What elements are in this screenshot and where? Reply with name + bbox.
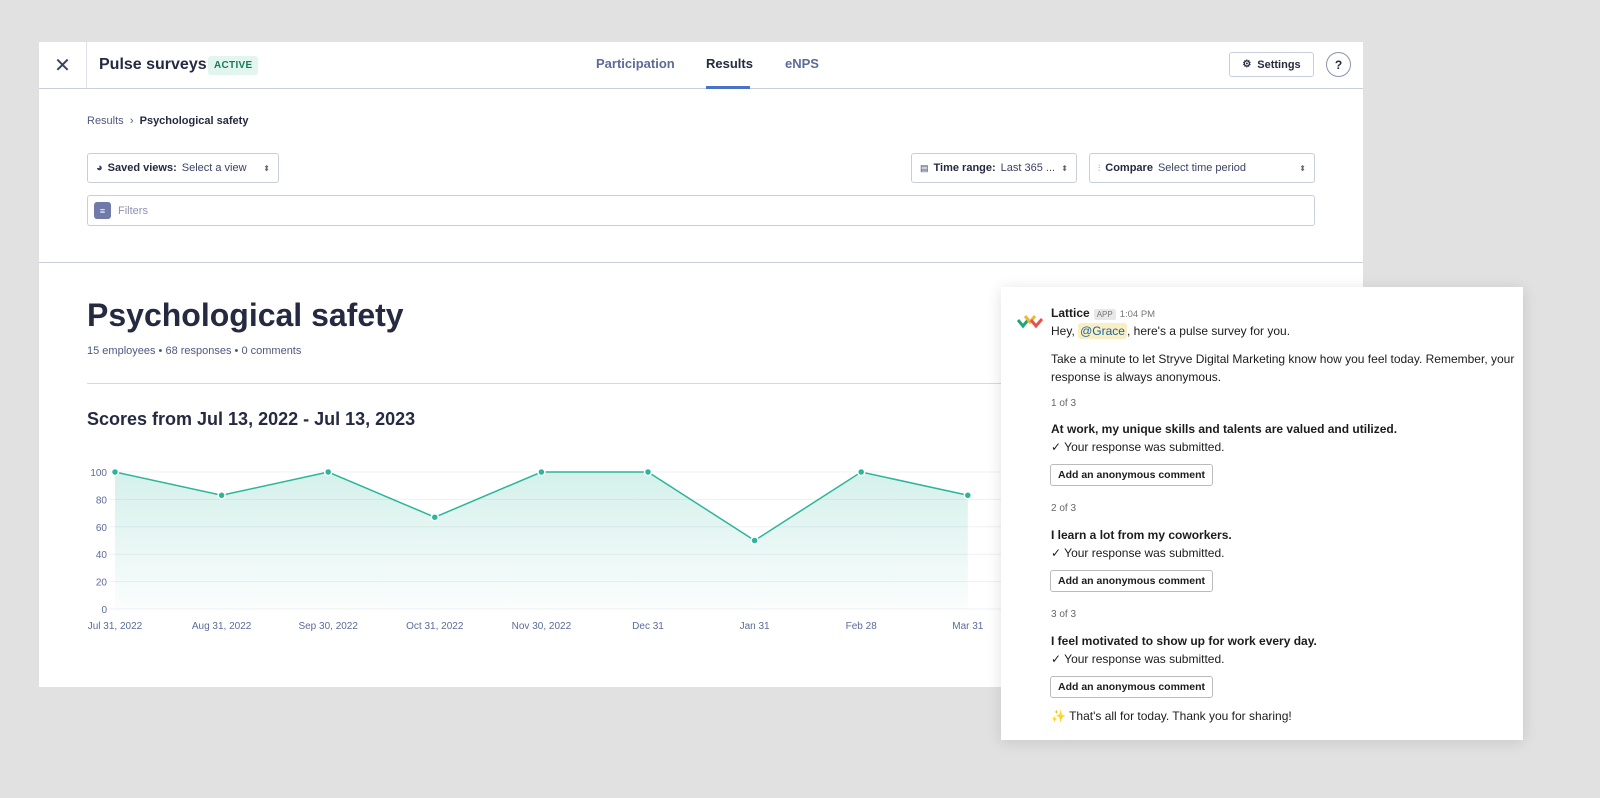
question-counter: 2 of 3	[1051, 503, 1077, 514]
question-text: At work, my unique skills and talents ar…	[1051, 422, 1398, 436]
data-point	[963, 491, 973, 500]
question-counter: 1 of 3	[1051, 398, 1077, 409]
x-tick-label: Jul 31, 2022	[88, 621, 143, 632]
greeting-rest: , here's a pulse survey for you.	[1126, 324, 1291, 338]
x-tick-label: Feb 28	[846, 621, 878, 632]
intro-line: response is always anonymous.	[1051, 370, 1222, 384]
data-point	[856, 467, 866, 477]
response-status: ✓ Your response was submitted.	[1051, 546, 1225, 560]
y-tick-label: 20	[96, 578, 108, 589]
data-point	[537, 467, 546, 477]
data-point	[323, 467, 333, 477]
data-point	[430, 512, 440, 522]
x-tick-label: Sep 30, 2022	[298, 621, 358, 632]
greeting: Hey,	[1051, 324, 1079, 338]
y-tick-label: 100	[90, 468, 107, 479]
x-tick-label: Aug 31, 2022	[192, 621, 252, 632]
y-tick-label: 60	[96, 523, 108, 534]
app-badge: APP	[1093, 309, 1116, 320]
data-point	[217, 491, 226, 500]
response-status: ✓ Your response was submitted.	[1051, 652, 1225, 666]
x-tick-label: Mar 31	[952, 621, 984, 632]
x-tick-label: Dec 31	[632, 621, 664, 632]
question-counter: 3 of 3	[1051, 609, 1077, 620]
area-fill	[115, 472, 968, 609]
slack-message-panel: Lattice APP 1:04 PM Hey, @Grace, here's a …	[1001, 287, 1523, 740]
closing-text: That's all for today. Thank you for shar…	[1069, 709, 1292, 723]
lattice-logo	[1017, 315, 1043, 329]
question-text: I feel motivated to show up for work eve…	[1051, 634, 1317, 648]
sparkles-icon: ✨	[1051, 709, 1066, 723]
x-tick-label: Nov 30, 2022	[512, 621, 572, 632]
data-point	[643, 467, 653, 477]
y-tick-label: 0	[101, 605, 107, 616]
message-time: 1:04 PM	[1119, 309, 1156, 320]
question-text: I learn a lot from my coworkers.	[1051, 528, 1232, 542]
data-point	[110, 467, 120, 477]
add-comment-button[interactable]: Add an anonymous comment	[1050, 676, 1214, 698]
x-tick-label: Jan 31	[740, 621, 770, 632]
response-status: ✓ Your response was submitted.	[1051, 440, 1225, 454]
y-tick-label: 80	[96, 495, 108, 506]
add-comment-button[interactable]: Add an anonymous comment	[1050, 464, 1214, 486]
y-tick-label: 40	[96, 550, 108, 561]
user-mention[interactable]: @Grace	[1078, 323, 1127, 339]
intro-line: Take a minute to let Stryve Digital Mark…	[1051, 352, 1515, 366]
sender-name[interactable]: Lattice	[1051, 306, 1090, 320]
add-comment-button[interactable]: Add an anonymous comment	[1050, 570, 1214, 592]
data-point	[750, 536, 759, 545]
x-tick-label: Oct 31, 2022	[406, 621, 464, 632]
